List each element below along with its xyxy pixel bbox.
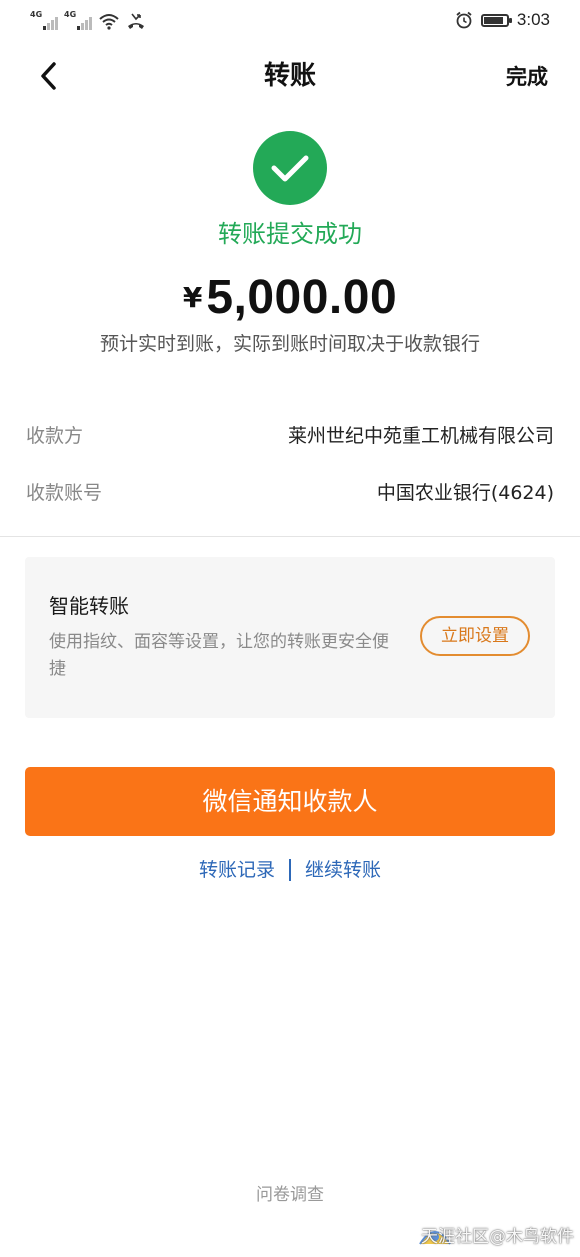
arrival-note: 预计实时到账，实际到账时间取决于收款银行 xyxy=(99,333,480,355)
battery-icon xyxy=(480,13,512,27)
watermark-text: 天涯社区@木鸟软件 xyxy=(421,1227,574,1247)
bottom-links: 转账记录 继续转账 xyxy=(0,855,580,885)
smart-transfer-description: 使用指纹、面容等设置，让您的转账更安全便捷 xyxy=(49,632,389,679)
continue-transfer-link[interactable]: 继续转账 xyxy=(305,855,381,885)
payee-label: 收款方 xyxy=(26,425,84,447)
battery-level xyxy=(483,16,503,24)
sim2-network-label: 4G xyxy=(64,10,77,19)
watermark: 天涯社区@木鸟软件 xyxy=(410,1222,578,1252)
status-bar-right: 3:03 xyxy=(455,9,550,31)
smart-transfer-title: 智能转账 xyxy=(49,594,129,618)
sim1-network-label: 4G xyxy=(30,10,43,19)
missed-call-icon xyxy=(128,13,144,29)
account-row: 收款账号 中国农业银行(4624) xyxy=(26,476,554,510)
status-time: 3:03 xyxy=(516,10,550,29)
transfer-records-link[interactable]: 转账记录 xyxy=(199,855,275,885)
success-check-icon xyxy=(253,131,327,205)
success-status-text: 转账提交成功 xyxy=(218,220,362,248)
transfer-amount: ¥5,000.00 xyxy=(0,268,580,338)
page-title: 转账 xyxy=(263,61,316,91)
amount-value: 5,000.00 xyxy=(206,271,398,324)
section-divider xyxy=(0,536,580,537)
payee-value: 莱州世纪中苑重工机械有限公司 xyxy=(287,425,554,447)
currency-symbol: ¥ xyxy=(182,281,203,314)
smart-transfer-card: 智能转账 使用指纹、面容等设置，让您的转账更安全便捷 立即设置 xyxy=(25,557,555,718)
notify-payee-button[interactable]: 微信通知收款人 xyxy=(25,767,555,836)
status-bar-left: 4G 4G xyxy=(30,10,146,30)
payee-row: 收款方 莱州世纪中苑重工机械有限公司 xyxy=(26,419,554,453)
signal-icon: 4G xyxy=(64,10,92,30)
account-value: 中国农业银行(4624) xyxy=(376,482,554,504)
survey-link[interactable]: 问卷调查 xyxy=(0,1182,580,1208)
done-button[interactable]: 完成 xyxy=(506,60,548,94)
link-separator xyxy=(289,859,291,881)
account-label: 收款账号 xyxy=(26,482,103,504)
status-bar: 4G 4G 3:03 xyxy=(0,0,580,40)
signal-icon: 4G xyxy=(30,10,58,30)
setup-now-button[interactable]: 立即设置 xyxy=(420,616,530,656)
alarm-icon xyxy=(456,11,472,29)
wifi-icon xyxy=(99,14,119,30)
